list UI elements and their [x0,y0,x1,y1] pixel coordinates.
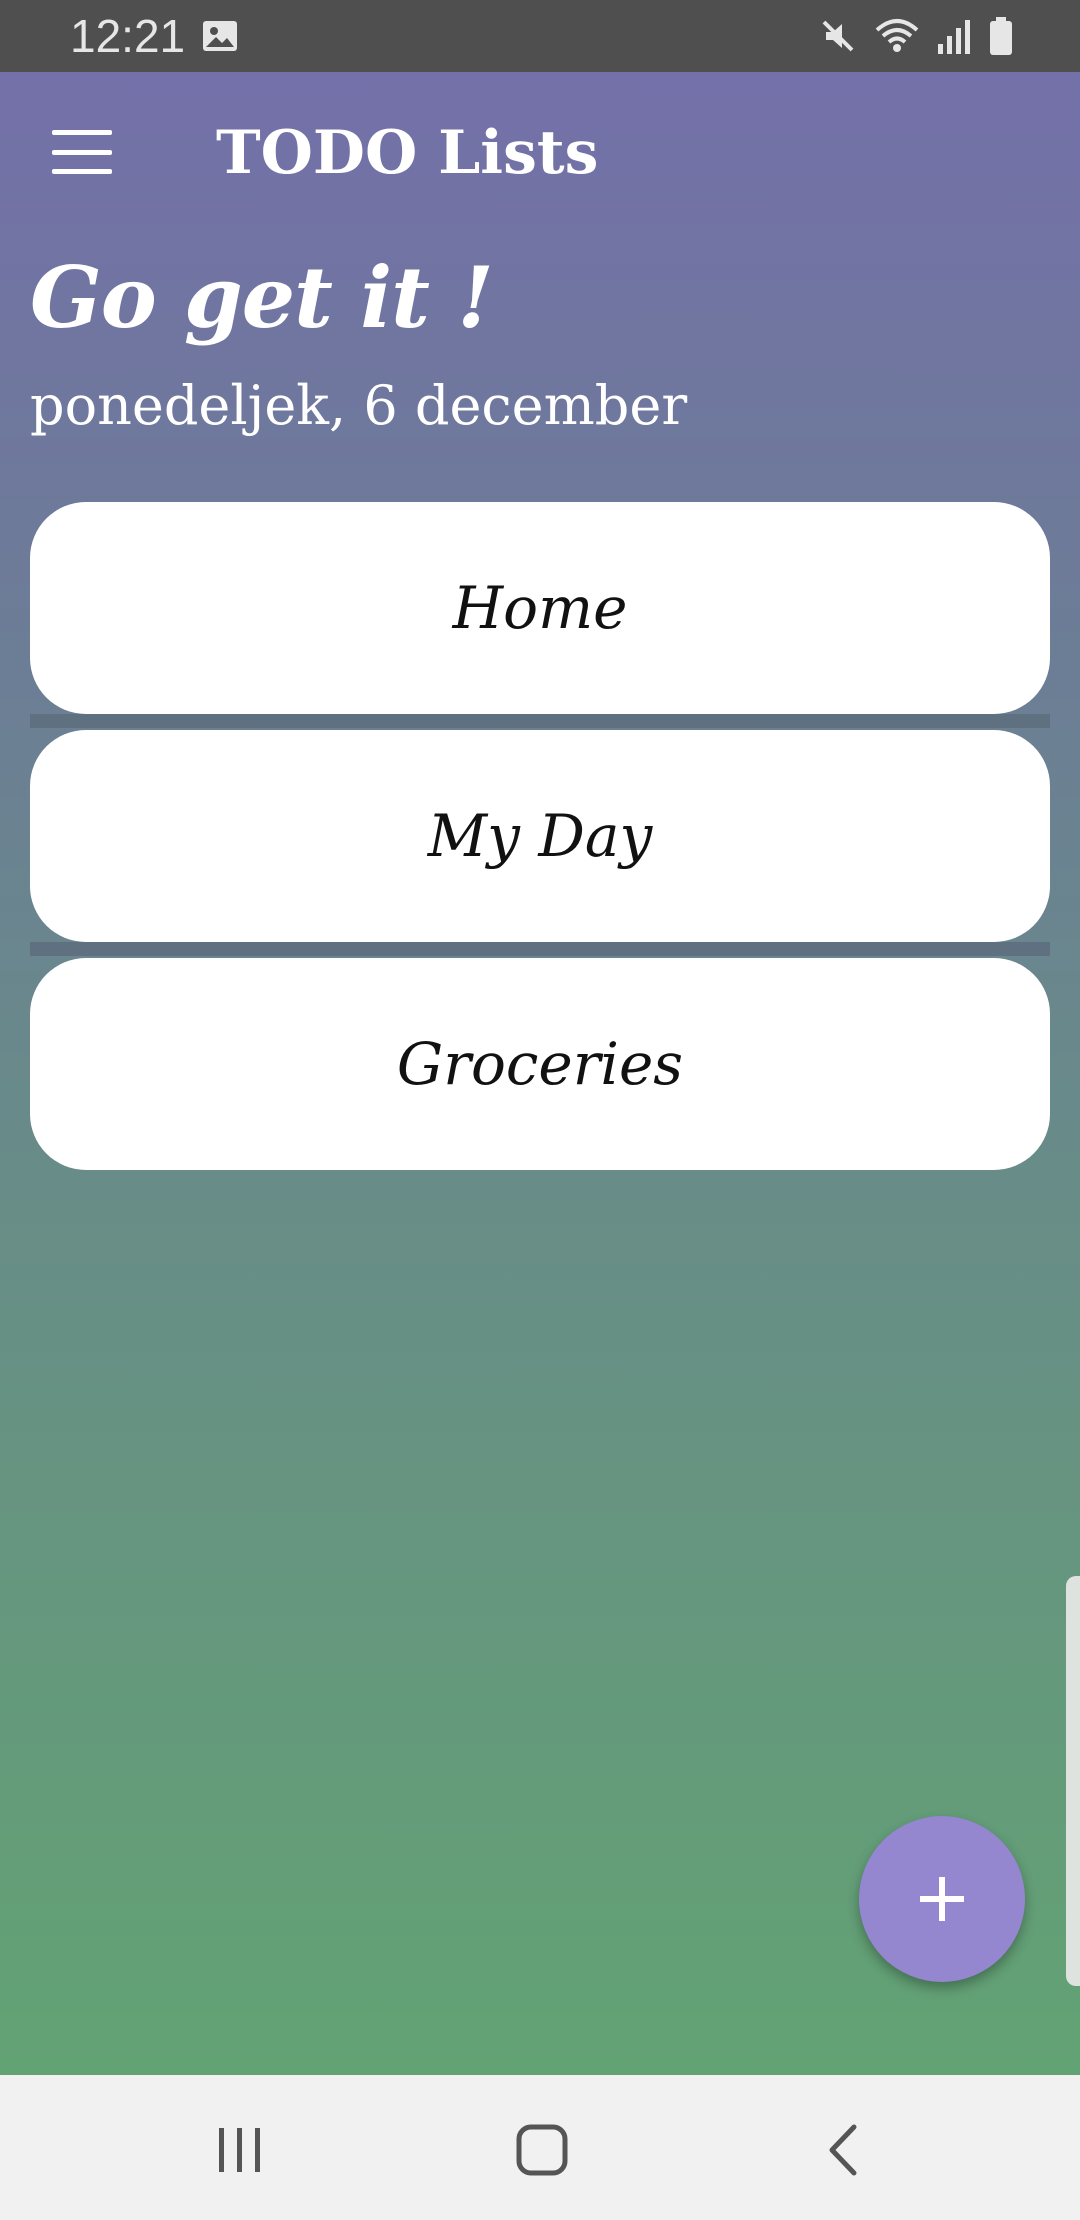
battery-icon [990,17,1012,55]
list-item-groceries[interactable]: Groceries [30,958,1050,1170]
home-icon[interactable] [507,2115,577,2185]
status-bar: 12:21 [0,0,1080,72]
scroll-handle[interactable] [1066,1576,1080,1986]
menu-icon[interactable] [52,130,112,174]
date-label: ponedeljek, 6 december [30,374,688,437]
wifi-icon [875,19,919,52]
app-title: TODO Lists [216,118,599,188]
gallery-icon [203,21,237,51]
greeting-heading: Go get it ! [30,248,494,347]
back-icon[interactable] [810,2115,880,2185]
list-item-home[interactable]: Home [30,502,1050,714]
list-divider [30,942,1050,956]
mute-icon [822,20,854,52]
list-item-label: Groceries [396,1030,684,1098]
list-divider [30,714,1050,728]
list-item-my-day[interactable]: My Day [30,730,1050,942]
list-item-label: My Day [427,802,653,870]
list-item-label: Home [452,574,628,642]
recents-icon[interactable] [205,2115,275,2185]
plus-icon [920,1877,964,1921]
navigation-bar [0,2075,1080,2220]
main-content: TODO Lists Go get it ! ponedeljek, 6 dec… [0,72,1080,2075]
status-time: 12:21 [70,10,186,62]
signal-icon [938,20,970,54]
app-bar: TODO Lists [0,72,1080,232]
add-list-button[interactable] [859,1816,1025,1982]
